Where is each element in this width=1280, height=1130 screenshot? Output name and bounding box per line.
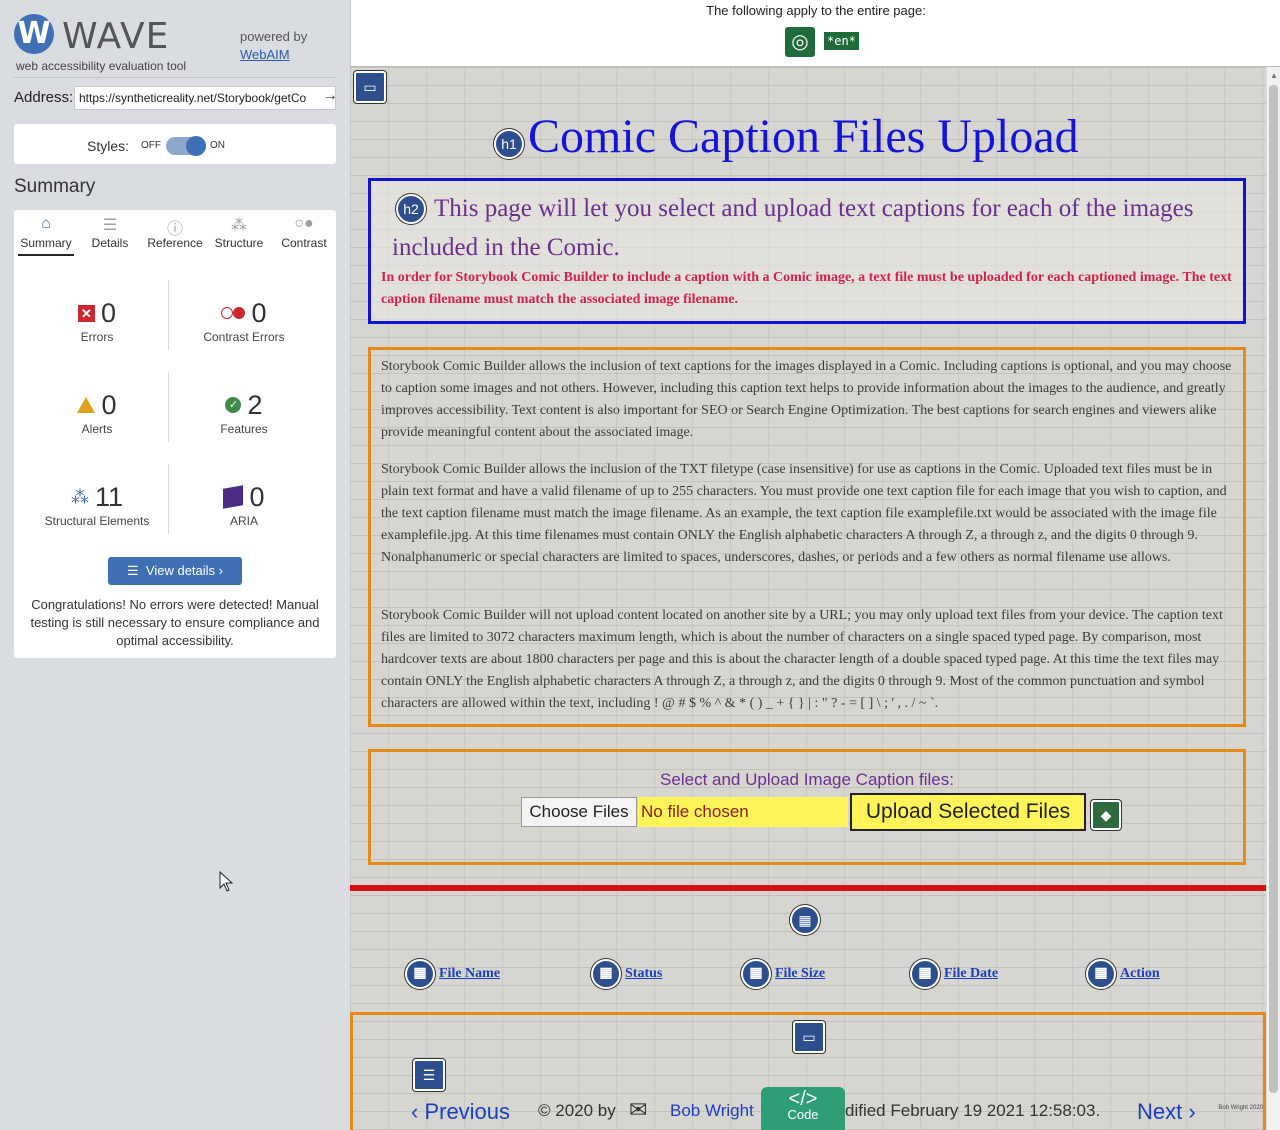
tab-reference[interactable]: ⓘ Reference xyxy=(143,210,207,258)
stat-errors[interactable]: ✕ 0 Errors xyxy=(22,296,172,344)
summary-heading: Summary xyxy=(14,176,96,197)
wave-sidebar: W WAVE web accessibility evaluation tool… xyxy=(0,0,350,1130)
column-header-file-name[interactable]: ▦ File Name xyxy=(405,959,500,989)
list-icon: ☰ xyxy=(102,217,118,234)
paragraph-1: Storybook Comic Builder allows the inclu… xyxy=(381,359,1232,440)
upload-label: Select and Upload Image Caption files: xyxy=(660,770,954,789)
stat-contrast-errors[interactable]: 0 Contrast Errors xyxy=(169,296,319,344)
list-icon: ☰ xyxy=(127,563,146,578)
alert-icon xyxy=(77,397,96,413)
divider xyxy=(14,77,336,78)
toggle-knob xyxy=(186,136,206,156)
table-header-icon[interactable]: ▦ xyxy=(1086,959,1116,989)
page-wide-note: The following apply to the entire page: xyxy=(706,3,926,18)
address-input[interactable]: https://syntheticreality.net/Storybook/g… xyxy=(74,86,336,110)
contrast-icon: ○● xyxy=(294,215,314,232)
page-title: Comic Caption Files Upload xyxy=(528,110,1079,163)
scroll-up-icon[interactable]: ▲ xyxy=(1270,71,1278,80)
tab-summary[interactable]: ⌂ Summary xyxy=(14,210,78,258)
stat-structural[interactable]: ⁂ 11 Structural Elements xyxy=(22,480,172,528)
h1-icon[interactable]: h1 xyxy=(494,129,524,159)
mouse-cursor-icon xyxy=(219,871,234,892)
instructions-box: Storybook Comic Builder allows the inclu… xyxy=(368,347,1246,727)
aria-icon xyxy=(223,485,244,509)
stat-features[interactable]: ✓ 2 Features xyxy=(169,388,319,436)
congrats-message: Congratulations! No errors were detected… xyxy=(30,597,320,648)
column-header-file-date[interactable]: ▦ File Date xyxy=(910,959,998,989)
previous-link[interactable]: ‹ Previous xyxy=(411,1099,510,1125)
contrast-error-icon xyxy=(221,307,246,319)
address-label: Address: xyxy=(14,89,74,106)
label-tag-icon[interactable]: ◆ xyxy=(1091,800,1121,830)
wave-logo-icon: W xyxy=(14,14,54,54)
home-icon: ⌂ xyxy=(41,215,51,232)
info-icon: ⓘ xyxy=(166,221,183,238)
address-bar: Address: https://syntheticreality.net/St… xyxy=(14,86,338,110)
page-subtitle: This page will let you select and upload… xyxy=(392,195,1194,261)
table-icon[interactable]: ▦ xyxy=(790,905,820,935)
column-header-file-size[interactable]: ▦ File Size xyxy=(741,959,825,989)
styles-off-label: OFF xyxy=(141,140,161,151)
horizontal-rule xyxy=(350,885,1266,891)
tab-contrast[interactable]: ○● Contrast xyxy=(272,210,336,258)
check-icon: ✓ xyxy=(225,397,242,413)
envelope-icon[interactable]: ✉ xyxy=(629,1097,647,1123)
styles-toggle[interactable] xyxy=(166,136,206,156)
arrow-right-icon[interactable]: → xyxy=(322,87,338,105)
tab-details[interactable]: ☰ Details xyxy=(78,210,142,258)
evaluated-page: ▭ h1 Comic Caption Files Upload h2 This … xyxy=(350,67,1266,1130)
page-wide-items-bar: The following apply to the entire page: … xyxy=(350,0,1280,67)
table-header-icon[interactable]: ▦ xyxy=(405,959,435,989)
caption-requirement-note: In order for Storybook Comic Builder to … xyxy=(381,270,1232,307)
page-scrollbar[interactable]: ▲ xyxy=(1266,67,1280,1130)
code-icon: </> xyxy=(788,1088,818,1110)
structure-icon: ⁂ xyxy=(70,487,89,507)
credit-text: Bob Wright 2020 xyxy=(1218,1105,1263,1111)
table-header-icon[interactable]: ▦ xyxy=(741,959,771,989)
wave-tabs: ⌂ Summary ☰ Details ⓘ Reference ⁂ Struct… xyxy=(14,210,336,258)
powered-by: powered by WebAIM xyxy=(240,29,308,62)
tab-structure[interactable]: ⁂ Structure xyxy=(207,210,271,258)
scrollbar-thumb[interactable] xyxy=(1269,85,1278,1093)
code-toggle-button[interactable]: </> Code xyxy=(761,1087,845,1130)
table-header-icon[interactable]: ▦ xyxy=(591,959,621,989)
choose-files-button[interactable]: Choose Files xyxy=(521,797,637,827)
navigation-icon[interactable]: ☰ xyxy=(413,1059,445,1091)
wave-logo-text: WAVE xyxy=(62,16,170,57)
wave-tagline: web accessibility evaluation tool xyxy=(16,59,187,73)
file-status: No file chosen xyxy=(638,797,848,827)
styles-toggle-panel: Styles: OFF ON xyxy=(14,124,336,164)
stat-aria[interactable]: 0 ARIA xyxy=(169,480,319,528)
globe-icon[interactable]: ◎ xyxy=(785,27,815,57)
upload-form: Select and Upload Image Caption files: C… xyxy=(368,749,1246,865)
author-link[interactable]: Bob Wright xyxy=(670,1101,754,1121)
styles-on-label: ON xyxy=(210,140,225,151)
paragraph-3: Storybook Comic Builder will not upload … xyxy=(381,608,1223,711)
styles-label: Styles: xyxy=(87,138,130,154)
page-footer: ▭ ☰ ‹ Previous © 2020 by ✉ Bob Wright di… xyxy=(350,1012,1266,1130)
last-modified: dified February 19 2021 12:58:03. xyxy=(845,1101,1101,1120)
paragraph-2: Storybook Comic Builder allows the inclu… xyxy=(381,462,1227,565)
intro-box: h2 This page will let you select and upl… xyxy=(368,178,1246,324)
language-badge[interactable]: *en* xyxy=(824,32,859,50)
summary-panel: ✕ 0 Errors 0 Contrast Errors 0 Alerts ✓ 2 … xyxy=(14,258,336,658)
upload-selected-files-button[interactable]: Upload Selected Files xyxy=(850,793,1086,831)
webaim-link[interactable]: WebAIM xyxy=(240,47,290,62)
region-icon[interactable]: ▭ xyxy=(354,71,386,103)
next-link[interactable]: Next › xyxy=(1137,1099,1196,1125)
structure-icon: ⁂ xyxy=(231,217,247,234)
column-header-status[interactable]: ▦ Status xyxy=(591,959,662,989)
column-header-action[interactable]: ▦ Action xyxy=(1086,959,1160,989)
wave-logo: W WAVE web accessibility evaluation tool… xyxy=(14,14,344,76)
error-icon: ✕ xyxy=(77,304,95,322)
stat-alerts[interactable]: 0 Alerts xyxy=(22,388,172,436)
table-header-icon[interactable]: ▦ xyxy=(910,959,940,989)
view-details-button[interactable]: ☰ View details › xyxy=(108,557,242,585)
copyright: © 2020 by xyxy=(538,1101,616,1120)
footer-region-icon[interactable]: ▭ xyxy=(793,1021,825,1053)
